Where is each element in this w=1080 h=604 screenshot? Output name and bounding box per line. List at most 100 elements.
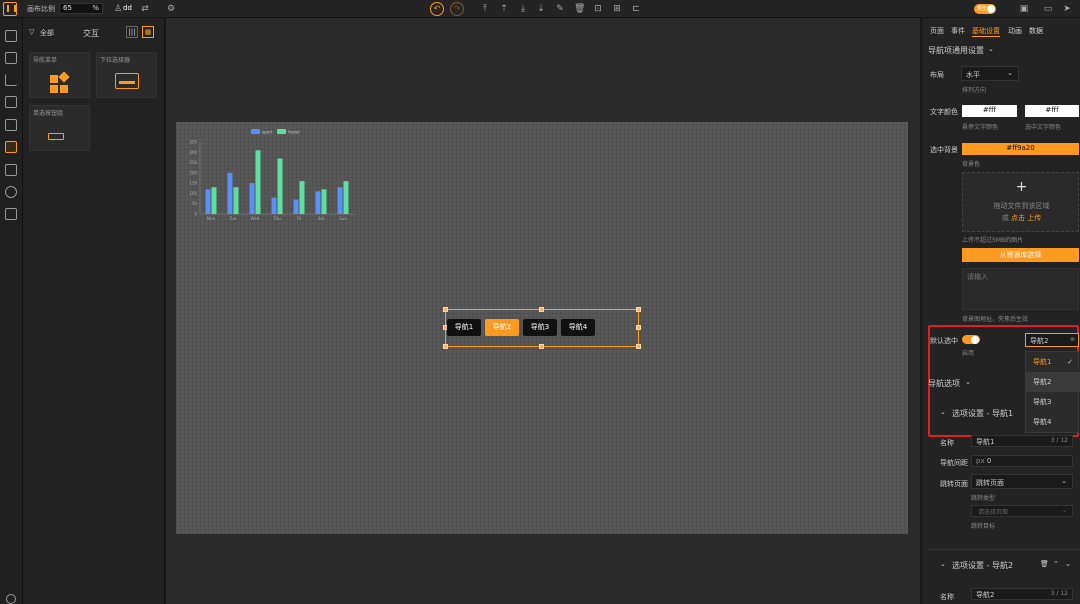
default-select[interactable]: 导航2 ⊗ <box>1025 333 1079 347</box>
name1-count: 3 / 12 <box>1050 437 1068 444</box>
tab-data[interactable]: 数据 <box>1029 26 1043 36</box>
save-icon[interactable]: ▣ <box>1019 4 1029 14</box>
chevron-down-icon[interactable]: ⌄ <box>988 45 994 53</box>
trash-icon[interactable]: 🗑 <box>1040 560 1049 568</box>
left-rail <box>0 18 23 604</box>
sliders-icon[interactable]: ⇄ <box>140 4 150 14</box>
gear-icon[interactable]: ⚙ <box>166 4 176 14</box>
enable-toggle[interactable] <box>962 335 980 344</box>
bar-chart[interactable]: 0 50 100 150 200 250 300 350 Mon Tue Wed Thu Fri Sat S… <box>176 122 366 222</box>
chart-icon[interactable] <box>5 74 17 86</box>
tab-page[interactable]: 页面 <box>930 26 944 36</box>
delete-icon[interactable]: 🗑 <box>574 4 585 14</box>
choose-library-button[interactable]: 从资源库选择 <box>962 248 1079 262</box>
chevron-down-icon[interactable]: ⌄ <box>940 560 946 568</box>
dropdown-option-4[interactable]: 导航4 <box>1026 412 1080 432</box>
jump-target-hint: 跳转目标 <box>971 523 996 530</box>
chevron-down-icon[interactable]: ⌄ <box>1065 560 1071 568</box>
bg-url-textarea[interactable]: 请输入 <box>962 268 1079 310</box>
chevron-down-icon: ⌄ <box>1061 507 1067 514</box>
interact-icon[interactable] <box>5 141 17 153</box>
media-icon[interactable] <box>5 164 17 176</box>
name2-value: 导航2 <box>976 591 995 599</box>
resize-handle[interactable] <box>539 307 544 312</box>
layers-icon[interactable] <box>5 52 17 64</box>
radio-group-icon <box>48 133 64 140</box>
selected-color-hint: 选中文字颜色 <box>1025 124 1062 131</box>
align-icon[interactable]: ⊏ <box>631 4 641 14</box>
ungroup-icon[interactable]: ⊞ <box>612 4 622 14</box>
help-icon[interactable] <box>6 594 16 604</box>
tab-event[interactable]: 事件 <box>951 26 965 36</box>
bg-color-input[interactable]: #ff9a20 <box>962 143 1079 155</box>
nav-item-4[interactable]: 导航4 <box>561 319 595 336</box>
table-icon[interactable] <box>5 119 17 131</box>
text-icon[interactable] <box>5 96 17 108</box>
shirt-icon[interactable]: ♙ <box>113 4 123 14</box>
name2-input[interactable]: 导航2 3 / 12 <box>971 588 1073 600</box>
chevron-up-icon[interactable]: ⌃ <box>1053 560 1059 568</box>
plus-icon: + <box>1015 179 1028 195</box>
card-nav-menu[interactable]: 导航菜单 <box>29 52 90 98</box>
y-tick-label: 150 <box>189 181 197 186</box>
dropdown-option-1[interactable]: 导航1 ✓ <box>1026 352 1080 372</box>
top-toolbar: 画布比例 65 % ♙ dd ⇄ ⚙ ↶ ↷ ⤒ ⇡ ⤓ ⇣ ✎ 🗑 ⊡ ⊞ ⊏… <box>0 0 1080 18</box>
redo-icon[interactable]: ↷ <box>450 2 464 16</box>
move-up-icon[interactable]: ⤒ <box>480 4 490 14</box>
move-bottom-icon[interactable]: ⇣ <box>536 4 546 14</box>
card-dropdown[interactable]: 下拉选择器 <box>96 52 157 98</box>
upload-link[interactable]: 点击 上传 <box>1011 214 1041 222</box>
card-radio-group[interactable]: 单选按钮组 <box>29 105 90 151</box>
tab-animation[interactable]: 动画 <box>1008 26 1022 36</box>
upload-dropzone[interactable]: + 拖动文件到该区域 或 点击 上传 <box>962 172 1079 232</box>
stamp-icon[interactable] <box>5 208 17 220</box>
move-down-icon[interactable]: ⤓ <box>518 4 528 14</box>
jump-target-select[interactable]: 请选择页面 ⌄ <box>971 505 1073 517</box>
name1-input[interactable]: 导航1 3 / 12 <box>971 435 1073 447</box>
resize-handle[interactable] <box>636 325 641 330</box>
section-general-title[interactable]: 导航项通用设置 <box>928 45 984 56</box>
tab-basic-settings[interactable]: 基础设置 <box>972 26 1000 37</box>
user-name: dd <box>123 4 132 12</box>
spacing-input[interactable]: px 0 <box>971 455 1073 467</box>
resize-handle[interactable] <box>636 344 641 349</box>
monitor-icon[interactable]: ▭ <box>1043 4 1053 14</box>
dropdown-option-3[interactable]: 导航3 <box>1026 392 1080 412</box>
layout-select[interactable]: 水平 ⌄ <box>961 66 1019 81</box>
send-icon[interactable]: ➤ <box>1062 4 1072 14</box>
option1-title[interactable]: 选项设置 - 导航1 <box>952 408 1013 419</box>
grid-view-icon[interactable]: ▦ <box>142 26 154 38</box>
nav-options-title[interactable]: 导航选项 <box>928 378 960 389</box>
chevron-down-icon[interactable]: ⌄ <box>940 408 946 416</box>
scale-input[interactable]: 65 % <box>59 3 103 14</box>
group-icon[interactable]: ⊡ <box>593 4 603 14</box>
move-top-icon[interactable]: ⇡ <box>499 4 509 14</box>
resize-handle[interactable] <box>443 307 448 312</box>
clear-icon[interactable]: ⊗ <box>1070 336 1075 343</box>
x-tick-label: Wed <box>251 216 260 221</box>
selected-color-input[interactable]: #fff <box>1025 105 1079 117</box>
chevron-down-icon: ⌄ <box>1007 69 1013 77</box>
canvas[interactable]: 0 50 100 150 200 250 300 350 Mon Tue Wed Thu Fri Sat S… <box>176 122 908 534</box>
hover-color-input[interactable]: #fff <box>962 105 1017 117</box>
resize-handle[interactable] <box>636 307 641 312</box>
filter-all[interactable]: 全部 <box>40 28 54 38</box>
undo-icon[interactable]: ↶ <box>430 2 444 16</box>
resize-handle[interactable] <box>539 344 544 349</box>
x-tick-label: Tue <box>229 216 237 221</box>
list-view-icon[interactable]: ||| <box>126 26 138 38</box>
nav-item-3[interactable]: 导航3 <box>523 319 557 336</box>
filter-interact[interactable]: 交互 <box>83 28 99 39</box>
plugin-icon[interactable] <box>5 186 17 198</box>
components-icon[interactable] <box>5 30 17 42</box>
nav-item-2[interactable]: 导航2 <box>485 319 519 336</box>
dropdown-option-2[interactable]: 导航2 <box>1026 372 1080 392</box>
nav-item-1[interactable]: 导航1 <box>447 319 481 336</box>
bar-travel <box>277 158 283 214</box>
preview-toggle[interactable]: 预览 <box>974 4 996 14</box>
resize-handle[interactable] <box>443 344 448 349</box>
chevron-down-icon[interactable]: ⌄ <box>965 378 971 386</box>
clear-icon[interactable]: ✎ <box>555 4 565 14</box>
jump-type-select[interactable]: 跳转页面 ⌄ <box>971 474 1073 489</box>
option2-title[interactable]: 选项设置 - 导航2 <box>952 560 1013 571</box>
